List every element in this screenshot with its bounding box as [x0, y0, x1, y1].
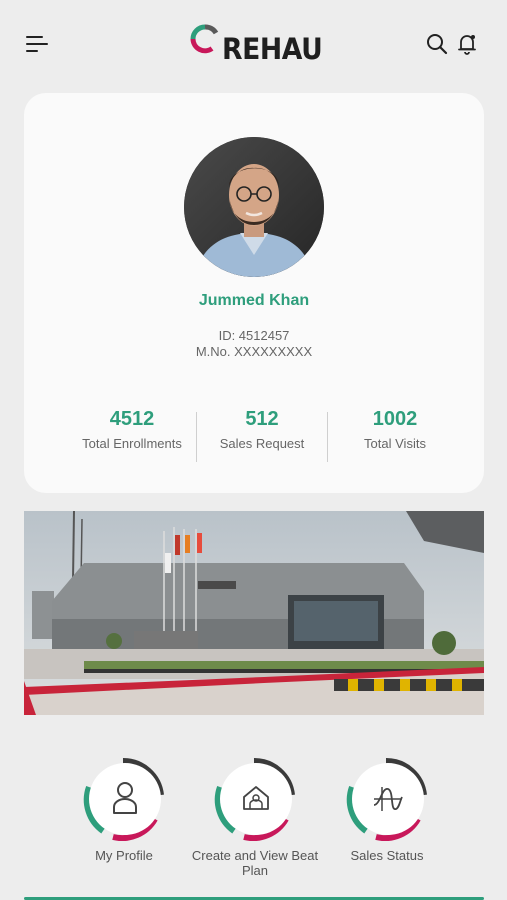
person-icon: [83, 757, 164, 841]
stat-divider: [327, 412, 328, 462]
stat-label: Total Visits: [364, 436, 426, 451]
factory-banner-image: [24, 511, 484, 715]
stat-sales-request: 512 Sales Request: [197, 408, 327, 451]
stat-value: 4512: [109, 408, 155, 430]
stat-label: Sales Request: [219, 436, 305, 451]
stat-total-visits: 1002 Total Visits: [330, 408, 460, 451]
quick-action-beat-plan[interactable]: Create and View Beat Plan: [190, 757, 320, 878]
stat-total-enrollments: 4512 Total Enrollments: [67, 408, 197, 451]
user-name: Jummed Khan: [198, 292, 310, 309]
house-plan-icon: [214, 757, 295, 841]
menu-icon-line: [26, 50, 38, 53]
stats-row: 4512 Total Enrollments 512 Sales Request…: [24, 408, 484, 468]
stat-label: Total Enrollments: [82, 436, 182, 451]
brand-logo: REHAU: [190, 22, 323, 68]
quick-action-sales-status[interactable]: Sales Status: [322, 757, 452, 877]
quick-action-my-profile[interactable]: My Profile: [59, 757, 189, 877]
avatar-photo: [184, 137, 324, 277]
search-button[interactable]: [426, 33, 448, 55]
search-icon: [427, 34, 448, 55]
avatar: [184, 137, 324, 277]
top-app-bar: REHAU: [0, 0, 507, 88]
user-id: ID: 4512457: [218, 328, 290, 343]
menu-icon-line: [26, 43, 48, 46]
notifications-button[interactable]: [457, 32, 477, 56]
quick-action-label: Create and View Beat Plan: [191, 848, 319, 878]
stat-value: 1002: [372, 408, 418, 430]
stat-value: 512: [245, 408, 279, 430]
factory-photo: [24, 511, 484, 715]
menu-button[interactable]: [26, 34, 48, 54]
profile-card: Jummed Khan ID: 4512457 M.No. XXXXXXXXX …: [24, 93, 484, 493]
brand-name: REHAU: [222, 32, 323, 66]
rehau-logo-mark: [190, 24, 219, 54]
quick-action-label: Sales Status: [350, 848, 424, 863]
bell-icon: [458, 35, 476, 55]
menu-icon-line: [26, 36, 43, 39]
quick-action-label: My Profile: [95, 848, 153, 863]
sales-status-icon: [346, 757, 427, 841]
user-mobile-number: M.No. XXXXXXXXX: [195, 344, 313, 359]
